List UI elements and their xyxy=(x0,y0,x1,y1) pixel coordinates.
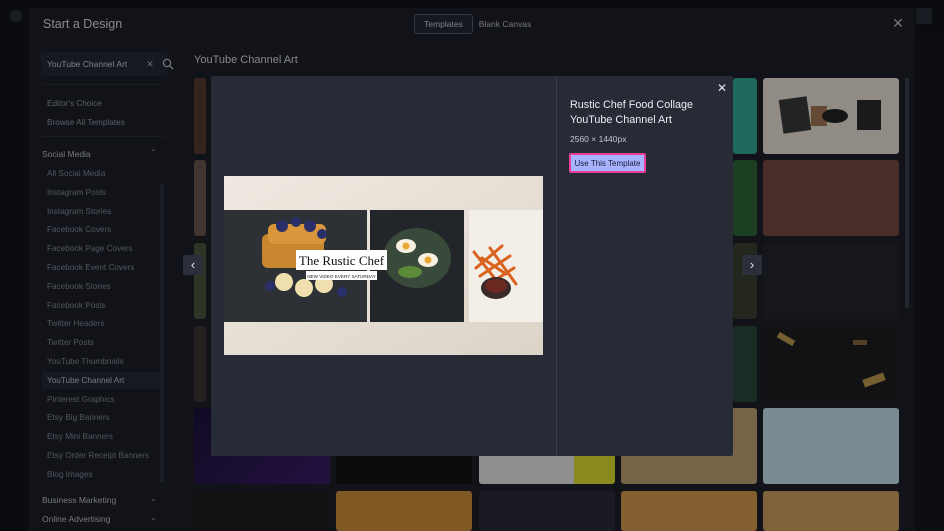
use-this-template-button[interactable]: Use This Template xyxy=(569,153,646,173)
preview-collage-artwork: The Rustic Chef NEW VIDEO EVERY SATURDAY xyxy=(224,176,543,355)
template-preview-image: The Rustic Chef NEW VIDEO EVERY SATURDAY xyxy=(224,176,543,355)
preview-image-title: The Rustic Chef xyxy=(299,253,385,268)
template-name: Rustic Chef Food Collage YouTube Channel… xyxy=(570,99,694,126)
preview-image-area: The Rustic Chef NEW VIDEO EVERY SATURDAY xyxy=(211,76,556,456)
next-template-arrow-icon[interactable]: › xyxy=(742,255,762,275)
close-preview-icon[interactable]: ✕ xyxy=(715,81,729,95)
preview-image-subtitle: NEW VIDEO EVERY SATURDAY xyxy=(307,274,376,279)
divider xyxy=(556,76,557,456)
previous-template-arrow-icon[interactable]: ‹ xyxy=(183,255,203,275)
template-preview-dialog: The Rustic Chef NEW VIDEO EVERY SATURDAY… xyxy=(211,76,733,456)
template-dimensions: 2560 × 1440px xyxy=(570,134,627,144)
